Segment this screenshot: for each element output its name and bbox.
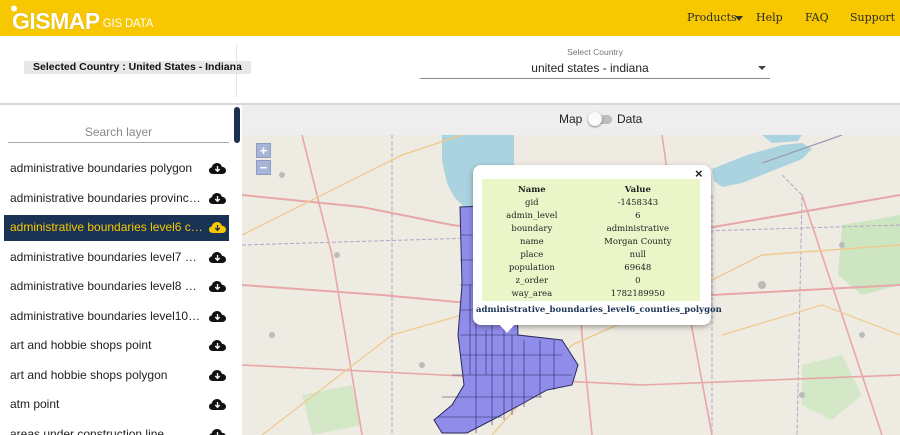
attribute-name: z_order (515, 275, 549, 286)
data-toggle-label: Data (617, 112, 643, 126)
attribute-rows: gid -1458343 admin_level 6 boundary administr… (486, 196, 698, 300)
attribute-table: Name Value gid -1458343 admin_level 6 bounda… (486, 183, 698, 300)
attribute-name: gid (525, 197, 539, 208)
cloud-download-icon[interactable] (209, 280, 226, 293)
column-header: Name (517, 184, 546, 195)
layer-sidebar: administrative boundaries polygon adminis… (0, 105, 240, 435)
search-layer-input[interactable] (8, 121, 229, 143)
nav-support[interactable]: Support (850, 0, 895, 36)
attribute-name: place (520, 249, 544, 260)
column-header: Value (624, 184, 651, 195)
cloud-download-icon[interactable] (209, 251, 226, 264)
chevron-down-icon[interactable] (735, 16, 743, 21)
logo-pin-icon (11, 5, 17, 12)
cloud-download-icon[interactable] (209, 339, 226, 352)
layer-label: art and hobbie shops point (10, 338, 152, 352)
sidebar-scrollbar[interactable] (234, 107, 240, 143)
layer-label: administrative boundaries level10 polygo… (10, 308, 203, 323)
table-row: name Morgan County (486, 235, 698, 248)
top-bar: GISMAP GIS DATA Products Help FAQ Suppor… (0, 0, 900, 36)
layer-item[interactable]: administrative boundaries level6 countie… (4, 215, 229, 241)
nav-products-label: Products (687, 11, 737, 24)
layer-item[interactable]: art and hobbie shops polygon (4, 363, 229, 389)
attribute-name: population (508, 262, 555, 273)
attribute-value: null (629, 249, 647, 260)
popup-pointer (498, 323, 516, 333)
layer-label: administrative boundaries level7 polygon (10, 249, 203, 264)
table-row: gid -1458343 (486, 196, 698, 209)
zoom-out-button[interactable]: − (256, 160, 271, 175)
cloud-download-icon[interactable] (209, 221, 226, 234)
table-row: boundary administrative (486, 222, 698, 235)
selected-country-label: Selected Country : United States - India… (24, 61, 251, 74)
gismap-logo[interactable]: GISMAP GIS DATA (10, 5, 153, 33)
cloud-download-icon[interactable] (209, 162, 226, 175)
nav-faq[interactable]: FAQ (805, 0, 829, 36)
layer-item[interactable]: atm point (4, 392, 229, 418)
brand-sub: GIS DATA (102, 18, 154, 30)
layer-item[interactable]: administrative boundaries level7 polygon (4, 245, 229, 271)
cloud-download-icon[interactable] (209, 192, 226, 205)
brand-name: GISMAP (12, 8, 100, 34)
layer-label: administrative boundaries level6 countie… (10, 220, 203, 234)
layer-label: art and hobbie shops polygon (10, 367, 168, 382)
nav-help[interactable]: Help (756, 0, 783, 36)
layer-label: areas under construction line (10, 426, 165, 435)
attribute-value: Morgan County (604, 236, 672, 247)
layer-item[interactable]: areas under construction line (4, 422, 229, 435)
cloud-download-icon[interactable] (209, 398, 226, 411)
map-toggle-label: Map (559, 112, 583, 126)
layer-item[interactable]: administrative boundaries level8 polygon (4, 274, 229, 300)
select-country-label: Select Country (567, 47, 623, 57)
cloud-download-icon[interactable] (209, 310, 226, 323)
zoom-in-button[interactable]: + (256, 143, 271, 158)
layer-item[interactable]: administrative boundaries polygon (4, 156, 229, 182)
header-divider (236, 45, 237, 97)
layer-item[interactable]: administrative boundaries province polyg… (4, 186, 229, 212)
layer-item[interactable]: art and hobbie shops point (4, 333, 229, 359)
country-select[interactable]: united states - indiana (420, 59, 770, 79)
layer-label: administrative boundaries province polyg… (10, 190, 203, 205)
layer-label: administrative boundaries polygon (10, 161, 193, 175)
cloud-download-icon[interactable] (209, 428, 226, 435)
cloud-download-icon[interactable] (209, 369, 226, 382)
popup-layer-name: administrative_boundaries_level6_countie… (476, 305, 722, 315)
table-row: way_area 1782189950 (486, 287, 698, 300)
layer-label: administrative boundaries level8 polygon (10, 279, 203, 293)
table-row: place null (486, 248, 698, 261)
country-select-value: united states - indiana (531, 61, 649, 75)
attribute-value: 6 (635, 210, 641, 221)
layer-item[interactable]: administrative boundaries level10 polygo… (4, 304, 229, 330)
attribute-name: name (520, 236, 544, 247)
toggle-knob (588, 112, 602, 126)
attribute-value: administrative (606, 223, 669, 234)
attribute-name: boundary (511, 223, 553, 234)
table-row: z_order 0 (486, 274, 698, 287)
attribute-value: -1458343 (617, 197, 659, 208)
nav-products[interactable]: Products (687, 0, 737, 36)
table-row: admin_level 6 (486, 209, 698, 222)
attribute-value: 0 (635, 275, 641, 286)
map-data-toggle[interactable] (588, 112, 612, 126)
attribute-name: way_area (511, 288, 553, 299)
layer-label: atm point (10, 397, 60, 411)
attribute-value: 69648 (624, 262, 652, 273)
table-header-row: Name Value (486, 183, 698, 196)
chevron-down-icon (758, 66, 766, 70)
attribute-value: 1782189950 (610, 288, 665, 299)
attribute-name: admin_level (506, 210, 558, 221)
table-row: population 69648 (486, 261, 698, 274)
